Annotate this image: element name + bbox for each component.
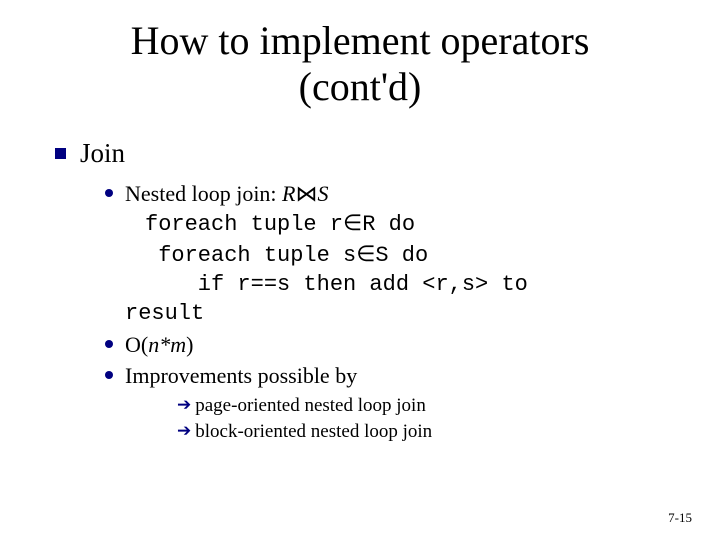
list-item-body: Improvements possible by (125, 361, 357, 390)
code-line-2b: S do (375, 243, 428, 268)
code-line-3: if r==s then add <r,s> to (145, 272, 528, 297)
bigO-pre: O( (125, 332, 148, 357)
element-of-icon: ∈ (356, 241, 375, 266)
nested-loop-label: Nested loop join: (125, 181, 282, 206)
join-icon: ⋈ (296, 181, 318, 206)
list-item-body: O(n*m) (125, 330, 193, 359)
arrow-icon: ➔ (177, 420, 191, 442)
code-line-1b: R do (362, 212, 415, 237)
code-line-2a: foreach tuple s (145, 243, 356, 268)
list-item-body: Nested loop join: R⋈S foreach tuple r∈R … (125, 179, 528, 328)
section-row: Join (55, 138, 665, 169)
list-item: Improvements possible by (105, 361, 665, 390)
dot-bullet-icon (105, 371, 113, 379)
code-line-4: result (125, 299, 528, 328)
bigO-post: ) (186, 332, 193, 357)
section-label: Join (80, 138, 125, 169)
sub-list: ➔ page-oriented nested loop join ➔ block… (177, 394, 665, 444)
rel-R: R (282, 181, 295, 206)
square-bullet-icon (55, 148, 66, 159)
bigO-nm: n*m (148, 332, 186, 357)
element-of-icon: ∈ (343, 210, 362, 235)
slide: How to implement operators (cont'd) Join… (0, 0, 720, 540)
slide-number: 7-15 (668, 510, 692, 526)
code-line-1a: foreach tuple r (145, 212, 343, 237)
code-block: foreach tuple r∈R do foreach tuple s∈S d… (145, 208, 528, 299)
sub-list-item: ➔ block-oriented nested loop join (177, 420, 665, 445)
dot-bullet-icon (105, 189, 113, 197)
rel-S: S (318, 181, 329, 206)
sub-item-label: block-oriented nested loop join (195, 420, 432, 445)
sub-list-item: ➔ page-oriented nested loop join (177, 394, 665, 419)
title-line-1: How to implement operators (131, 18, 590, 63)
slide-title: How to implement operators (cont'd) (55, 18, 665, 110)
sub-item-label: page-oriented nested loop join (195, 394, 426, 419)
title-line-2: (cont'd) (299, 64, 422, 109)
list-item: Nested loop join: R⋈S foreach tuple r∈R … (105, 179, 665, 328)
bullet-list: Nested loop join: R⋈S foreach tuple r∈R … (105, 179, 665, 445)
list-item: O(n*m) (105, 330, 665, 359)
arrow-icon: ➔ (177, 394, 191, 416)
dot-bullet-icon (105, 340, 113, 348)
